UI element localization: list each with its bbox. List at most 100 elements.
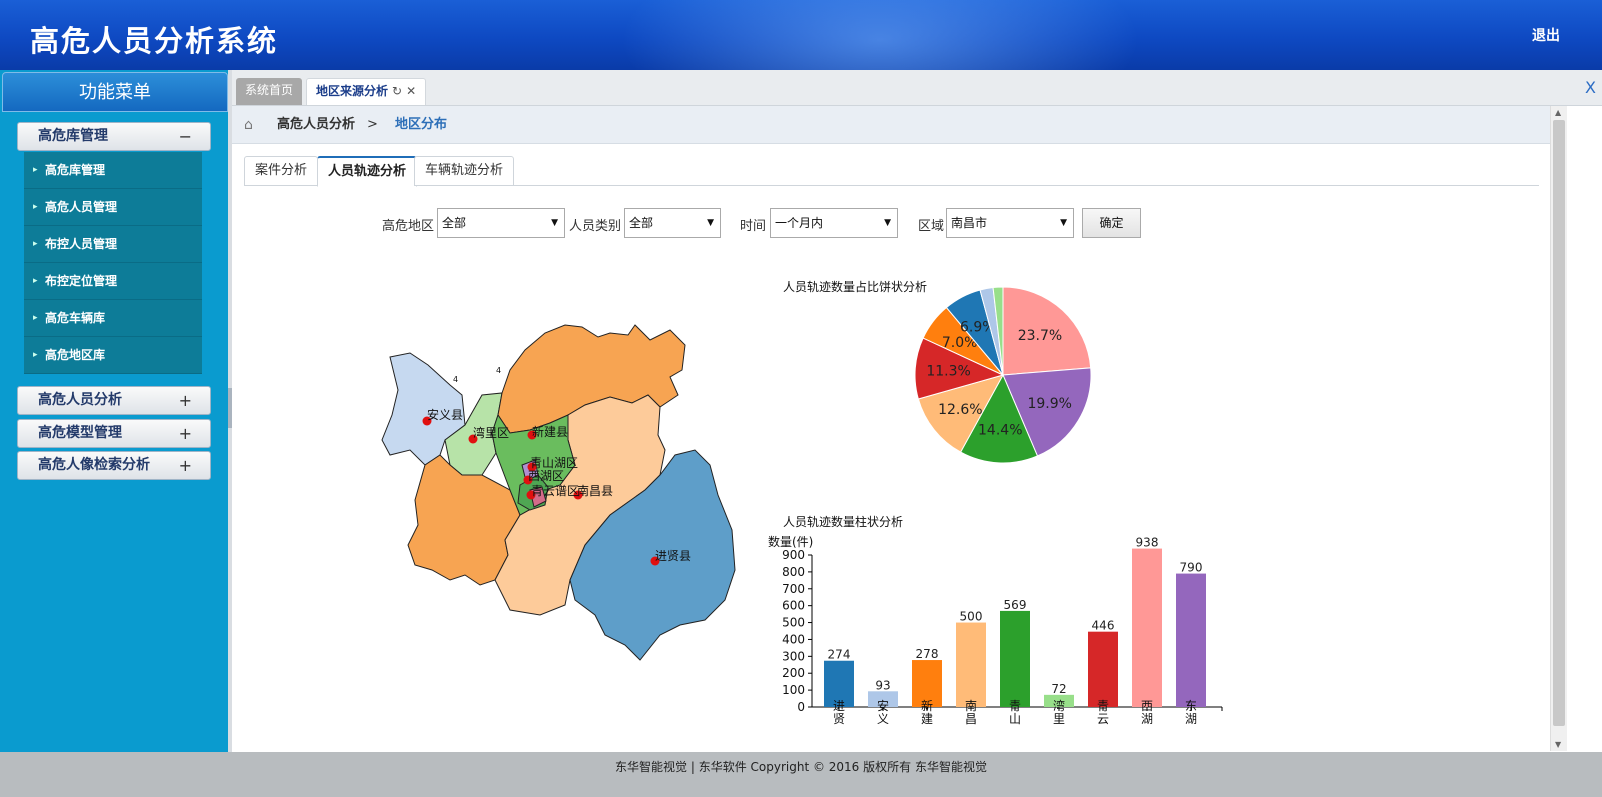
y-axis-label: 数量(件) <box>768 535 813 549</box>
expand-icon[interactable]: + <box>179 452 192 479</box>
sidebar-title: 功能菜单 <box>2 72 228 112</box>
collapse-icon[interactable]: − <box>179 123 192 150</box>
menu-group-risk-library[interactable]: 高危库管理 − <box>17 122 211 151</box>
menu-group-model-management[interactable]: 高危模型管理 + <box>17 419 211 448</box>
copyright-text: 东华智能视觉 | 东华软件 Copyright © 2016 版权所有 东华智能… <box>615 760 987 774</box>
arrow-right-icon: ▸ <box>33 165 38 175</box>
pie-slice-label: 23.7% <box>1018 328 1062 344</box>
menu-group-label: 高危模型管理 <box>38 425 122 441</box>
bar-value-label: 274 <box>828 648 851 662</box>
sidebar-splitter[interactable] <box>228 70 232 770</box>
arrow-right-icon: ▸ <box>33 239 38 249</box>
scroll-up-icon[interactable]: ▲ <box>1555 108 1561 117</box>
bar[interactable] <box>1000 610 1030 707</box>
pie-slice-label: 19.9% <box>1027 396 1071 412</box>
dropdown-arrow-icon: ▼ <box>707 218 714 228</box>
submenu-item-risk-areas[interactable]: ▸ 高危地区库 <box>24 337 202 374</box>
x-tick-label: 湾里 <box>1053 698 1065 726</box>
map-small-label: 4 <box>453 375 458 384</box>
map-label-wanli: 湾里区 <box>473 425 509 440</box>
menu-group-label: 高危库管理 <box>38 128 108 144</box>
region-select[interactable]: 南昌市 ▼ <box>946 208 1074 238</box>
pie-slice-label: 12.6% <box>938 402 982 418</box>
bar-value-label: 790 <box>1180 561 1203 575</box>
time-label: 时间 <box>740 219 767 234</box>
map-small-label: 4 <box>496 366 501 375</box>
bar[interactable] <box>1176 573 1206 707</box>
vertical-scrollbar[interactable]: ▲ ▼ <box>1550 106 1567 751</box>
arrow-right-icon: ▸ <box>33 350 38 360</box>
close-all-icon[interactable]: X <box>1585 78 1596 97</box>
expand-icon[interactable]: + <box>179 420 192 447</box>
tab-vehicle-track-analysis[interactable]: 车辆轨迹分析 <box>414 156 515 186</box>
submenu-item-risk-persons[interactable]: ▸ 高危人员管理 <box>24 189 202 226</box>
region-label: 区域 <box>918 219 945 234</box>
bar-value-label: 500 <box>960 610 983 624</box>
person-type-label: 人员类别 <box>569 219 622 234</box>
app-title: 高危人员分析系统 <box>30 24 279 58</box>
y-tick-label: 100 <box>782 683 805 697</box>
time-select[interactable]: 一个月内 ▼ <box>770 208 898 238</box>
submenu-item-risk-library[interactable]: ▸ 高危库管理 <box>24 152 202 189</box>
x-tick-label: 南昌 <box>965 698 977 726</box>
breadcrumb: ⌂ 高危人员分析 > 地区分布 <box>232 106 1550 144</box>
breadcrumb-parent[interactable]: 高危人员分析 <box>277 106 355 144</box>
bar[interactable] <box>1132 548 1162 707</box>
menu-group-face-search[interactable]: 高危人像检索分析 + <box>17 451 211 480</box>
expand-icon[interactable]: + <box>179 387 192 414</box>
area-select[interactable]: 全部 ▼ <box>437 208 565 238</box>
x-tick-label: 进贤 <box>833 699 845 726</box>
y-tick-label: 900 <box>782 548 805 562</box>
home-icon[interactable]: ⌂ <box>244 106 253 144</box>
scroll-down-icon[interactable]: ▼ <box>1555 740 1561 749</box>
analysis-tabs: 案件分析 人员轨迹分析 车辆轨迹分析 <box>244 156 1539 187</box>
splitter-grip[interactable] <box>228 388 232 428</box>
pie-chart-title: 人员轨迹数量占比饼状分析 <box>783 280 928 294</box>
bar-value-label: 93 <box>875 678 890 692</box>
tab-home[interactable]: 系统首页 <box>236 78 303 105</box>
x-tick-label: 青云 <box>1097 699 1109 726</box>
bar-value-label: 569 <box>1004 598 1027 612</box>
arrow-right-icon: ▸ <box>33 313 38 323</box>
y-tick-label: 400 <box>782 632 805 646</box>
dropdown-arrow-icon: ▼ <box>884 218 891 228</box>
footer: 东华智能视觉 | 东华软件 Copyright © 2016 版权所有 东华智能… <box>0 752 1602 797</box>
arrow-right-icon: ▸ <box>33 202 38 212</box>
dropdown-arrow-icon: ▼ <box>551 218 558 228</box>
app-header: 高危人员分析系统 退出 <box>0 0 1602 70</box>
bar[interactable] <box>956 622 986 707</box>
x-tick-label: 西湖 <box>1141 699 1153 726</box>
submenu-item-control-location[interactable]: ▸ 布控定位管理 <box>24 263 202 300</box>
submenu-item-control-persons[interactable]: ▸ 布控人员管理 <box>24 226 202 263</box>
x-tick-label: 东湖 <box>1185 699 1197 726</box>
x-tick-label: 新建 <box>921 698 933 726</box>
map-label-anyi: 安义县 <box>427 407 463 422</box>
logout-button[interactable]: 退出 <box>1532 25 1560 45</box>
pie-slice-label: 11.3% <box>926 364 970 380</box>
arrow-right-icon: ▸ <box>33 276 38 286</box>
person-type-select[interactable]: 全部 ▼ <box>624 208 721 238</box>
scroll-thumb[interactable] <box>1553 120 1565 726</box>
map-label-qingshanhu: 青山湖区 <box>530 455 578 470</box>
y-tick-label: 600 <box>782 599 805 613</box>
bar[interactable] <box>1088 631 1118 707</box>
map-label-qingyunpu: 青云谱区 <box>531 484 579 498</box>
tab-person-track-analysis[interactable]: 人员轨迹分析 <box>317 156 418 187</box>
breadcrumb-current: 地区分布 <box>395 117 448 132</box>
area-label: 高危地区 <box>382 219 435 234</box>
bar-value-label: 446 <box>1092 619 1115 633</box>
menu-group-person-analysis[interactable]: 高危人员分析 + <box>17 386 211 415</box>
y-tick-label: 800 <box>782 565 805 579</box>
region-map: 安义县 湾里区 新建县 青山湖区 西湖区 青云谱区 南昌县 进贤县 4 4 <box>381 324 736 661</box>
tab-bar: 系统首页 地区来源分析 ↻ ✕ X <box>232 70 1602 106</box>
tab-region-source[interactable]: 地区来源分析 ↻ ✕ <box>306 78 427 105</box>
x-tick-label: 安义 <box>877 698 889 726</box>
tab-case-analysis[interactable]: 案件分析 <box>244 156 319 186</box>
close-icon[interactable]: ✕ <box>406 84 416 98</box>
y-tick-label: 700 <box>782 582 805 596</box>
submenu-item-risk-vehicles[interactable]: ▸ 高危车辆库 <box>24 300 202 337</box>
map-label-nanchang: 南昌县 <box>577 483 613 498</box>
confirm-button[interactable]: 确定 <box>1082 208 1141 238</box>
refresh-icon[interactable]: ↻ <box>392 84 402 98</box>
pie-chart: 23.7%19.9%14.4%12.6%11.3%7.0%6.9% <box>914 286 1092 464</box>
